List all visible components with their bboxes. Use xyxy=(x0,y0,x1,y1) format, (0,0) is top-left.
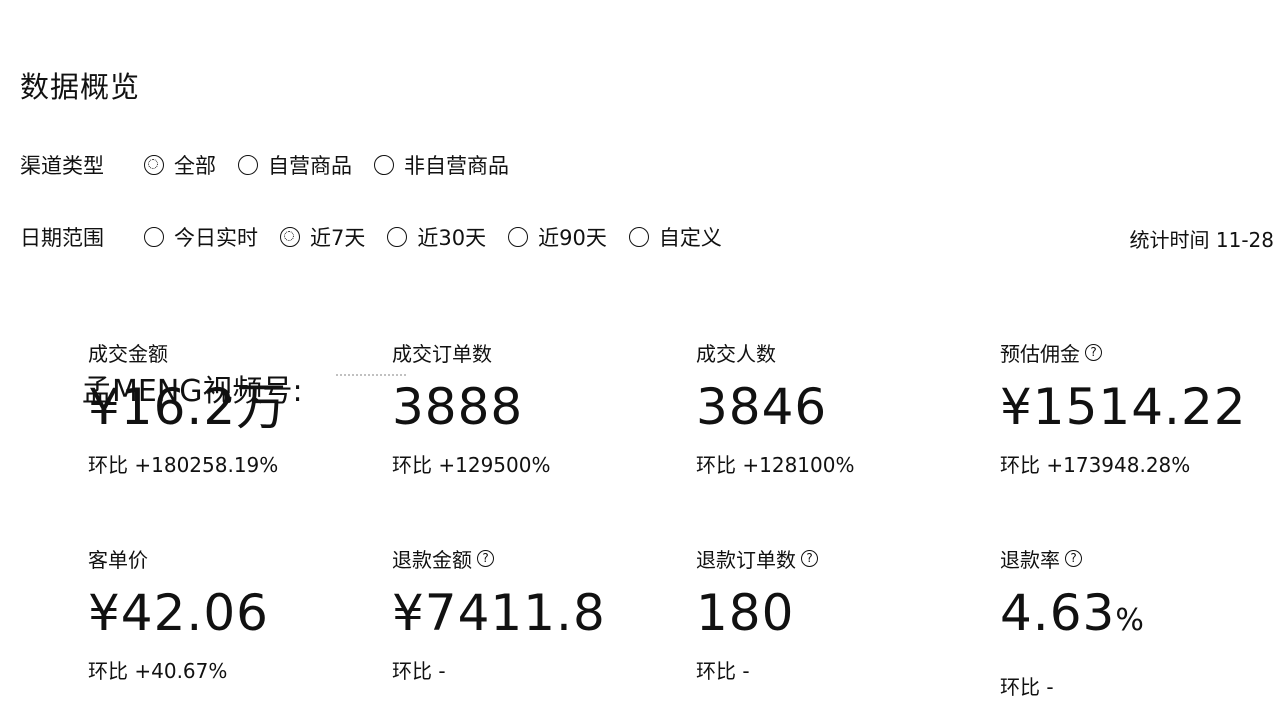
metric-value: 4.63% xyxy=(1000,585,1280,649)
metric-value: ¥7411.8 xyxy=(392,584,606,642)
metric-change: 环比 - xyxy=(392,659,446,683)
metric-title: 成交人数 xyxy=(696,341,776,366)
metric-commission: 预估佣金? ¥1514.22 环比 +173948.28% xyxy=(1000,337,1280,543)
channel-filter-label: 渠道类型 xyxy=(20,154,104,178)
date-option-90d[interactable]: 近90天 xyxy=(508,222,607,252)
metric-orders: 成交订单数 3888 环比 +129500% xyxy=(392,337,696,543)
metric-change: 环比 +180258.19% xyxy=(88,453,279,477)
metric-refund-amount: 退款金额? ¥7411.8 环比 - xyxy=(392,543,696,703)
option-label: 自定义 xyxy=(658,226,722,250)
radio-icon xyxy=(387,227,408,247)
channel-option-self[interactable]: 自营商品 xyxy=(238,150,352,180)
metric-number: 4.63 xyxy=(1000,584,1116,642)
metric-change: 环比 +173948.28% xyxy=(1000,453,1191,477)
metric-value: ¥1514.22 xyxy=(1000,378,1247,436)
option-label: 自营商品 xyxy=(268,154,352,178)
metric-title: 退款率 xyxy=(1000,547,1060,572)
watermark-blur xyxy=(336,374,406,388)
watermark: 孟MENG视频号: xyxy=(82,374,303,409)
metric-change: 环比 +128100% xyxy=(696,453,855,477)
channel-filter: 渠道类型 全部 自营商品 非自营商品 xyxy=(20,150,531,180)
metric-unit: % xyxy=(1115,603,1145,638)
date-filter-label: 日期范围 xyxy=(20,226,104,250)
metric-value: 3888 xyxy=(392,378,524,436)
date-option-7d[interactable]: 近7天 xyxy=(280,222,365,252)
metric-refund-rate: 退款率? 4.63% 环比 - xyxy=(1000,543,1280,703)
stat-time: 统计时间 11-28 xyxy=(1129,228,1274,252)
option-label: 全部 xyxy=(174,154,216,178)
metric-avg-order: 客单价 ¥42.06 环比 +40.67% xyxy=(88,543,392,703)
option-label: 近30天 xyxy=(417,226,487,250)
radio-icon xyxy=(374,155,394,175)
question-circle-icon[interactable]: ? xyxy=(477,549,494,567)
metric-title: 客单价 xyxy=(88,547,148,572)
option-label: 非自营商品 xyxy=(404,154,509,178)
radio-icon xyxy=(238,155,258,175)
question-circle-icon[interactable]: ? xyxy=(801,549,818,567)
question-circle-icon[interactable]: ? xyxy=(1085,343,1102,361)
page-title: 数据概览 xyxy=(20,70,141,104)
date-filter: 日期范围 今日实时 近7天 近30天 近90天 自定义 xyxy=(20,222,744,252)
radio-icon xyxy=(628,227,649,247)
metric-title: 成交订单数 xyxy=(392,341,492,366)
question-circle-icon[interactable]: ? xyxy=(1065,549,1082,567)
metric-change: 环比 - xyxy=(696,659,750,683)
metric-change: 环比 - xyxy=(1000,675,1054,699)
radio-checked-icon xyxy=(280,227,300,247)
radio-checked-icon xyxy=(144,155,164,175)
metric-title: 成交金额 xyxy=(88,341,168,366)
metric-value: ¥42.06 xyxy=(88,584,269,642)
option-label: 近7天 xyxy=(310,226,366,250)
metric-title: 退款订单数 xyxy=(696,547,796,572)
metric-title: 退款金额 xyxy=(392,547,472,572)
date-option-today[interactable]: 今日实时 xyxy=(144,222,258,252)
metric-value: 3846 xyxy=(696,378,828,436)
metric-refund-orders: 退款订单数? 180 环比 - xyxy=(696,543,1000,703)
metric-buyers: 成交人数 3846 环比 +128100% xyxy=(696,337,1000,543)
date-option-30d[interactable]: 近30天 xyxy=(387,222,486,252)
metric-change: 环比 +40.67% xyxy=(88,659,228,683)
option-label: 近90天 xyxy=(538,226,607,250)
radio-icon xyxy=(144,227,164,247)
metric-change: 环比 +129500% xyxy=(392,453,551,477)
option-label: 今日实时 xyxy=(174,226,258,250)
channel-option-non-self[interactable]: 非自营商品 xyxy=(374,150,509,180)
metric-title: 预估佣金 xyxy=(1000,341,1080,366)
channel-option-all[interactable]: 全部 xyxy=(144,150,216,180)
date-option-custom[interactable]: 自定义 xyxy=(628,222,722,252)
metric-value: 180 xyxy=(696,584,795,642)
radio-icon xyxy=(508,227,529,247)
